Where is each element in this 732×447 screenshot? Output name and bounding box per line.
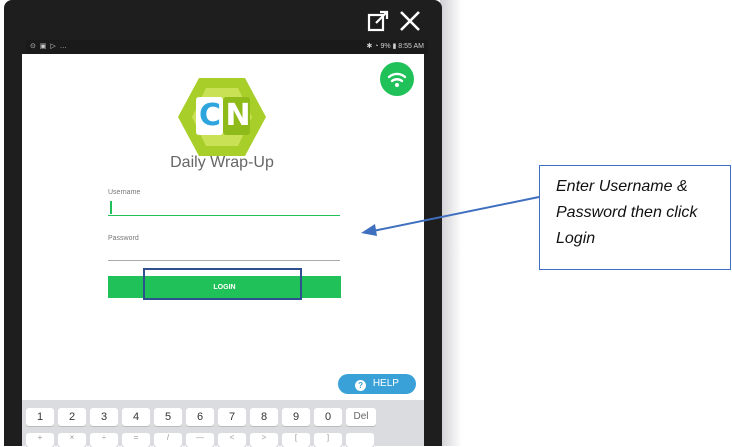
notification-icons: ⊙ ▣ ▷ … (30, 43, 68, 50)
logo-letter-n: N (225, 98, 251, 133)
close-icon[interactable] (398, 9, 422, 33)
help-label: HELP (372, 377, 399, 389)
key-1[interactable]: 1 (26, 408, 54, 426)
viewer-toolbar (4, 0, 442, 40)
delete-key[interactable]: Del (346, 408, 376, 426)
key-3[interactable]: 3 (90, 408, 118, 426)
key-9[interactable]: 9 (282, 408, 310, 426)
keyboard-row-numbers: 1 2 3 4 5 6 7 8 9 0 Del (26, 408, 376, 426)
key-divide[interactable]: ÷ (90, 433, 118, 447)
key-multiply[interactable]: × (58, 433, 86, 447)
key-0[interactable]: 0 (314, 408, 342, 426)
keyboard-row-symbols: + × ÷ = / — < > [ ] (26, 433, 374, 447)
key-right-bracket[interactable]: ] (314, 433, 342, 447)
cn-logo: C N (176, 74, 268, 160)
logo-letter-c: C (198, 98, 222, 133)
key-7[interactable]: 7 (218, 408, 246, 426)
login-button[interactable]: LOGIN (108, 276, 341, 298)
username-label: Username (108, 189, 141, 196)
callout-arrow-icon (361, 196, 540, 236)
question-mark-icon: ? (355, 379, 367, 391)
key-plus[interactable]: + (26, 433, 54, 447)
android-status-bar: ⊙ ▣ ▷ … ✱ ◔ 9% ▮ 8:55 AM (26, 40, 428, 54)
numeric-keyboard: 1 2 3 4 5 6 7 8 9 0 Del + × ÷ = / — < > … (22, 400, 424, 447)
system-status: ✱ ◔ 9% ▮ 8:55 AM (366, 43, 424, 50)
key-equals[interactable]: = (122, 433, 150, 447)
wifi-status-button[interactable] (380, 62, 414, 96)
key-4[interactable]: 4 (122, 408, 150, 426)
text-cursor (110, 201, 112, 214)
help-button[interactable]: ? HELP (338, 374, 416, 394)
callout-text: Enter Username & Password then click Log… (556, 178, 698, 247)
key-left-bracket[interactable]: [ (282, 433, 310, 447)
key-dash[interactable]: — (186, 433, 214, 447)
key-8[interactable]: 8 (250, 408, 278, 426)
password-label: Password (108, 235, 139, 242)
key-6[interactable]: 6 (186, 408, 214, 426)
app-title: Daily Wrap-Up (170, 154, 274, 171)
password-input[interactable] (108, 243, 340, 261)
key-5[interactable]: 5 (154, 408, 182, 426)
instruction-callout: Enter Username & Password then click Log… (539, 165, 731, 270)
key-greater-than[interactable]: > (250, 433, 278, 447)
key-slash[interactable]: / (154, 433, 182, 447)
username-input[interactable] (108, 198, 340, 216)
key-less-than[interactable]: < (218, 433, 246, 447)
wifi-icon (387, 72, 407, 87)
open-external-icon[interactable] (366, 9, 390, 33)
keyboard-extra-key[interactable] (346, 433, 374, 447)
key-2[interactable]: 2 (58, 408, 86, 426)
